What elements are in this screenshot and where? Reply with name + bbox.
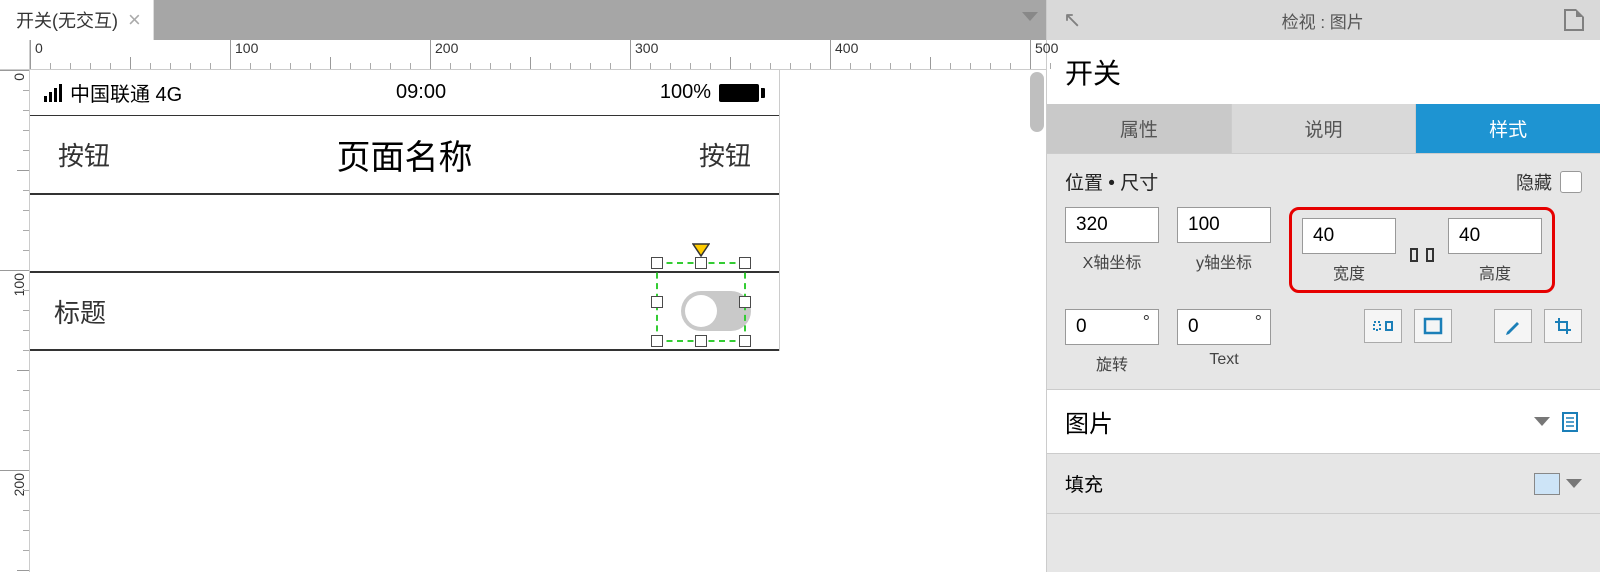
- carrier-label: 中国联通 4G: [70, 78, 182, 107]
- flip-vertical-icon[interactable]: [1414, 309, 1452, 343]
- edit-points-icon[interactable]: [1560, 411, 1582, 433]
- fill-label: 填充: [1065, 470, 1103, 497]
- fill-swatch[interactable]: [1534, 473, 1560, 495]
- hidden-checkbox[interactable]: [1560, 171, 1582, 193]
- switch-widget[interactable]: [681, 291, 751, 331]
- inspector-header-title: 检视 : 图片: [1282, 8, 1364, 33]
- ruler-tick-label: 100: [11, 273, 27, 296]
- list-row-empty[interactable]: [30, 195, 779, 273]
- battery-label: 100%: [660, 81, 711, 104]
- image-section[interactable]: 图片: [1047, 389, 1600, 454]
- inspector-panel: ↖ 检视 : 图片 开关 属性 说明 样式 位置 • 尺寸 隐藏 320 X轴坐…: [1046, 0, 1600, 572]
- fill-section[interactable]: 填充: [1047, 454, 1600, 514]
- row-title: 标题: [54, 293, 106, 330]
- status-bar: 中国联通 4G 09:00 100%: [30, 70, 779, 115]
- width-input[interactable]: 40: [1302, 218, 1396, 254]
- ruler-corner: [0, 40, 30, 70]
- aspect-lock-icon[interactable]: [1408, 244, 1436, 266]
- ruler-vertical[interactable]: 0 100 200 document.write(Array.from({len…: [0, 70, 30, 572]
- text-label: Text: [1209, 351, 1238, 369]
- list-row-toggle[interactable]: 标题: [30, 273, 779, 351]
- ruler-tick-label: 400: [835, 40, 858, 56]
- inspector-header: ↖ 检视 : 图片: [1047, 0, 1600, 40]
- design-canvas[interactable]: 中国联通 4G 09:00 100% 按钮 页面名称 按钮: [30, 70, 1046, 572]
- ruler-tick-label: 500: [1035, 40, 1058, 56]
- height-input[interactable]: 40: [1448, 218, 1542, 254]
- close-icon[interactable]: ×: [128, 9, 141, 31]
- chevron-down-icon: [1022, 12, 1038, 21]
- phone-frame: 中国联通 4G 09:00 100% 按钮 页面名称 按钮: [30, 70, 780, 351]
- image-section-label: 图片: [1065, 404, 1113, 439]
- width-label: 宽度: [1333, 260, 1365, 284]
- nav-title: 页面名称: [337, 130, 473, 179]
- crop-icon[interactable]: [1544, 309, 1582, 343]
- rotation-input[interactable]: 0: [1065, 309, 1159, 345]
- ruler-tick-label: 0: [11, 73, 27, 81]
- x-input[interactable]: 320: [1065, 207, 1159, 243]
- tab-style[interactable]: 样式: [1416, 104, 1600, 153]
- chevron-down-icon: [1566, 479, 1582, 488]
- ruler-tick-label: 100: [235, 40, 258, 56]
- edit-icon[interactable]: [1494, 309, 1532, 343]
- battery-icon: [719, 84, 765, 102]
- flip-horizontal-icon[interactable]: [1364, 309, 1402, 343]
- document-tab[interactable]: 开关(无交互) ×: [0, 0, 154, 40]
- ruler-horizontal[interactable]: 0 100 200 300 400 500 document.write(Arr…: [30, 40, 1046, 70]
- tab-overflow-button[interactable]: [1010, 0, 1046, 40]
- inspector-tabs: 属性 说明 样式: [1047, 104, 1600, 154]
- tab-strip: 开关(无交互) ×: [0, 0, 1046, 40]
- chevron-down-icon: [1534, 417, 1550, 426]
- tab-title: 开关(无交互): [16, 7, 118, 33]
- nav-right-button[interactable]: 按钮: [699, 136, 751, 173]
- document-icon[interactable]: [1564, 9, 1584, 31]
- ruler-tick-label: 300: [635, 40, 658, 56]
- signal-icon: [44, 84, 62, 102]
- tab-notes[interactable]: 说明: [1232, 104, 1417, 153]
- y-input[interactable]: 100: [1177, 207, 1271, 243]
- height-label: 高度: [1479, 260, 1511, 284]
- scrollbar-vertical[interactable]: [1030, 72, 1044, 132]
- rotation-label: 旋转: [1096, 351, 1128, 375]
- selected-element-name: 开关: [1047, 40, 1600, 104]
- clock-label: 09:00: [396, 81, 446, 104]
- text-rotation-input[interactable]: 0: [1177, 309, 1271, 345]
- x-label: X轴坐标: [1083, 249, 1142, 273]
- ruler-tick-label: 200: [435, 40, 458, 56]
- position-size-label: 位置 • 尺寸: [1065, 168, 1158, 195]
- nav-left-button[interactable]: 按钮: [58, 136, 110, 173]
- size-highlight: 40 宽度 40 高度: [1289, 207, 1555, 293]
- tab-properties[interactable]: 属性: [1047, 104, 1232, 153]
- y-label: y轴坐标: [1196, 249, 1252, 273]
- ruler-tick-label: 200: [11, 473, 27, 496]
- collapse-panel-icon[interactable]: ↖: [1063, 7, 1081, 33]
- ruler-tick-label: 0: [35, 40, 43, 56]
- hidden-label: 隐藏: [1516, 169, 1552, 195]
- navigation-bar: 按钮 页面名称 按钮: [30, 115, 779, 195]
